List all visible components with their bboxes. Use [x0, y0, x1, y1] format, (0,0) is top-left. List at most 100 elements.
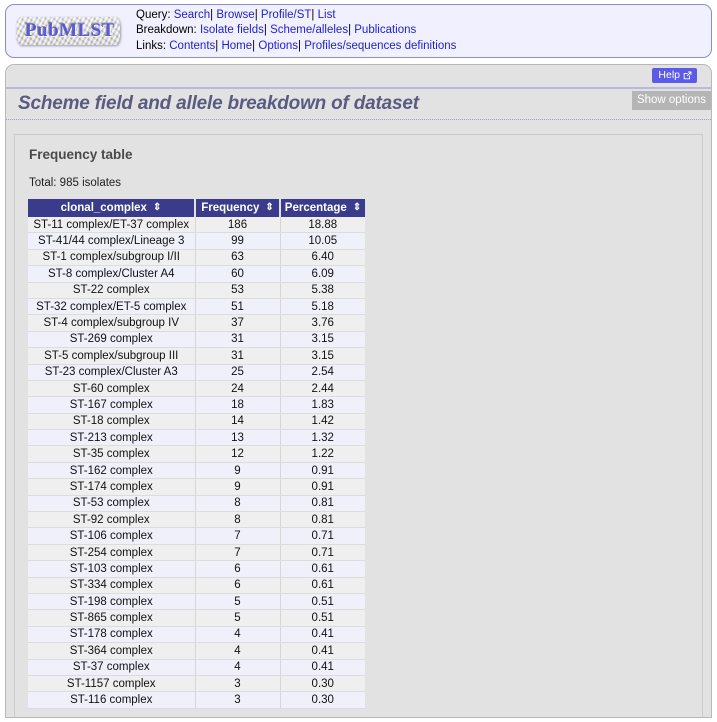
total-isolates-text: Total: 985 isolates [29, 177, 122, 189]
table-row: ST-35 complex 12 1.22 [28, 445, 365, 463]
page-title-bar: Scheme field and allele breakdown of dat… [6, 87, 711, 120]
results-heading: Frequency table [29, 147, 133, 162]
cell-frequency: 6 [195, 577, 281, 594]
nav-separator: | [210, 8, 214, 21]
cell-frequency: 5 [195, 609, 281, 627]
cell-frequency: 4 [195, 626, 281, 644]
table-row: ST-213 complex 13 1.32 [28, 429, 365, 447]
nav-link-home[interactable]: Home [221, 40, 252, 52]
nav-link-browse[interactable]: Browse [216, 9, 254, 21]
cell-frequency: 53 [195, 282, 281, 299]
nav-link-options[interactable]: Options [258, 40, 298, 52]
cell-frequency: 7 [195, 544, 281, 562]
table-row: ST-174 complex 9 0.91 [28, 478, 365, 496]
cell-percentage: 18.88 [280, 217, 365, 234]
nav-link-search[interactable]: Search [174, 9, 210, 21]
cell-percentage: 5.38 [280, 282, 365, 299]
column-header-clonal-complex[interactable]: clonal_complex ⇕ [28, 199, 196, 217]
table-row: ST-11 complex/ET-37 complex 186 18.88 [28, 217, 365, 234]
table-row: ST-4 complex/subgroup IV 37 3.76 [28, 314, 365, 332]
table-row: ST-92 complex 8 0.81 [28, 511, 365, 529]
table-row: ST-334 complex 6 0.61 [28, 577, 365, 594]
column-header-percentage[interactable]: Percentage ⇕ [280, 199, 365, 217]
table-body: ST-11 complex/ET-37 complex 186 18.88 ST-41… [28, 217, 365, 709]
cell-clonal-complex: ST-32 complex/ET-5 complex [28, 298, 196, 316]
cell-clonal-complex: ST-103 complex [28, 560, 196, 578]
sort-toggle-icon[interactable]: ⇕ [265, 203, 273, 213]
sort-toggle-icon[interactable]: ⇕ [153, 203, 161, 213]
table-header-row: clonal_complex ⇕ Frequency ⇕ Percentage [28, 199, 365, 217]
cell-percentage: 0.81 [280, 511, 365, 529]
cell-clonal-complex: ST-213 complex [28, 429, 196, 447]
table-row: ST-167 complex 18 1.83 [28, 396, 365, 414]
cell-clonal-complex: ST-60 complex [28, 380, 196, 398]
pubmlst-logo[interactable]: PubMLST [14, 11, 126, 51]
cell-clonal-complex: ST-174 complex [28, 478, 196, 496]
column-header-label: clonal_complex [60, 202, 147, 214]
cell-percentage: 3.76 [280, 314, 365, 332]
cell-percentage: 3.15 [280, 347, 365, 365]
cell-frequency: 4 [195, 642, 281, 660]
table-row: ST-60 complex 24 2.44 [28, 380, 365, 398]
cell-percentage: 6.09 [280, 265, 365, 283]
show-options-label: Show options [636, 94, 706, 106]
cell-percentage: 3.15 [280, 331, 365, 349]
nav-label-query: Query: [136, 8, 171, 21]
table-row: ST-32 complex/ET-5 complex 51 5.18 [28, 298, 365, 316]
cell-clonal-complex: ST-22 complex [28, 282, 196, 299]
cell-frequency: 186 [195, 217, 281, 234]
cell-frequency: 63 [195, 249, 281, 267]
table-row: ST-22 complex 53 5.38 [28, 282, 365, 299]
cell-percentage: 1.83 [280, 396, 365, 414]
nav-separator: | [254, 8, 258, 21]
cell-clonal-complex: ST-8 complex/Cluster A4 [28, 265, 196, 283]
cell-clonal-complex: ST-5 complex/subgroup III [28, 347, 196, 365]
cell-percentage: 0.81 [280, 495, 365, 513]
cell-percentage: 10.05 [280, 232, 365, 250]
table-row: ST-53 complex 8 0.81 [28, 495, 365, 513]
table-row: ST-198 complex 5 0.51 [28, 593, 365, 611]
cell-percentage: 0.91 [280, 478, 365, 496]
cell-frequency: 25 [195, 364, 281, 381]
cell-clonal-complex: ST-37 complex [28, 659, 196, 676]
table-row: ST-162 complex 9 0.91 [28, 462, 365, 480]
table-row: ST-23 complex/Cluster A3 25 2.54 [28, 364, 365, 381]
cell-clonal-complex: ST-106 complex [28, 527, 196, 545]
logo-text: PubMLST [24, 20, 116, 41]
help-button[interactable]: Help [652, 68, 697, 83]
cell-clonal-complex: ST-198 complex [28, 593, 196, 611]
column-header-frequency[interactable]: Frequency ⇕ [195, 199, 281, 217]
table-row: ST-1 complex/subgroup I/II 63 6.40 [28, 249, 365, 267]
table-row: ST-8 complex/Cluster A4 60 6.09 [28, 265, 365, 283]
cell-percentage: 0.91 [280, 462, 365, 480]
sort-toggle-icon[interactable]: ⇕ [353, 203, 361, 213]
help-row: Help [6, 65, 711, 87]
nav-link-scheme-alleles[interactable]: Scheme/alleles [270, 24, 348, 36]
content-panel: Help Scheme field and allele breakdown o… [5, 64, 712, 718]
nav-separator: | [298, 39, 302, 52]
nav-row-links: Links: Contents| Home| Options| Profiles… [136, 39, 456, 55]
nav-link-profile-st[interactable]: Profile/ST [261, 9, 312, 21]
cell-frequency: 8 [195, 495, 281, 513]
page-title: Scheme field and allele breakdown of dat… [18, 93, 419, 114]
nav-link-profiles-sequences-definitions[interactable]: Profiles/sequences definitions [304, 40, 456, 52]
table-row: ST-18 complex 14 1.42 [28, 413, 365, 431]
cell-frequency: 99 [195, 232, 281, 250]
table-head: clonal_complex ⇕ Frequency ⇕ Percentage [28, 199, 365, 217]
external-link-icon [683, 71, 692, 80]
nav-separator: | [348, 24, 352, 37]
nav-label-links: Links: [136, 39, 167, 52]
cell-frequency: 4 [195, 659, 281, 676]
nav-link-isolate-fields[interactable]: Isolate fields [200, 24, 264, 36]
nav-link-publications[interactable]: Publications [354, 24, 416, 36]
cell-clonal-complex: ST-1 complex/subgroup I/II [28, 249, 196, 267]
cell-clonal-complex: ST-1157 complex [28, 675, 196, 693]
cell-percentage: 0.30 [280, 675, 365, 693]
show-options-button[interactable]: Show options [631, 91, 711, 110]
cell-percentage: 2.44 [280, 380, 365, 398]
cell-percentage: 1.32 [280, 429, 365, 447]
nav-link-contents[interactable]: Contents [169, 40, 215, 52]
column-header-label: Percentage [284, 202, 347, 214]
nav-link-list[interactable]: List [318, 9, 336, 21]
cell-frequency: 18 [195, 396, 281, 414]
